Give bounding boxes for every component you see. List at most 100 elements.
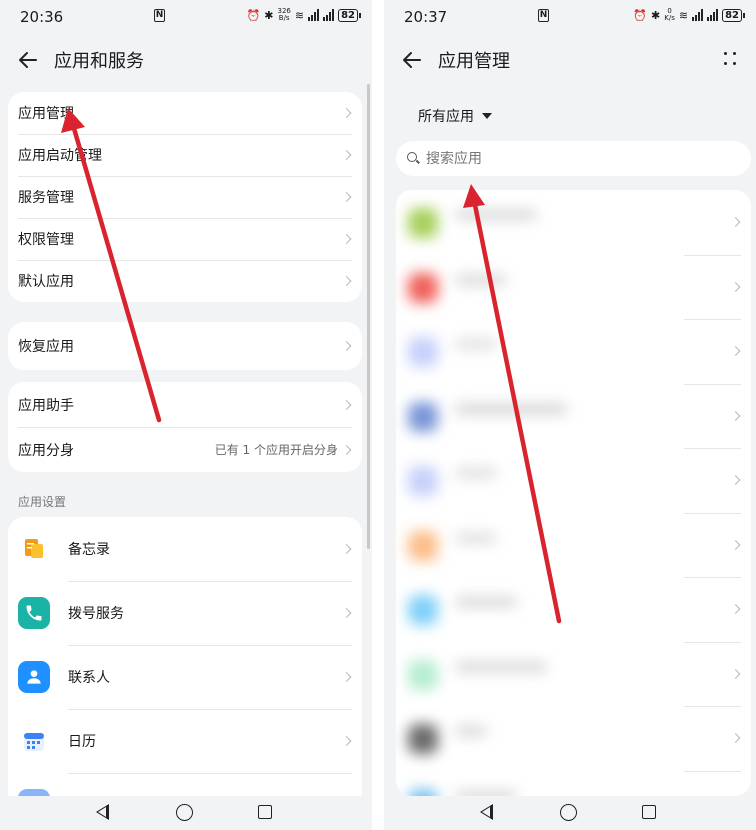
app-item-partial	[8, 773, 362, 796]
back-arrow-icon[interactable]	[16, 48, 40, 72]
chevron-right-icon	[341, 192, 352, 202]
nav-back-icon[interactable]	[480, 804, 493, 820]
signal-icon	[308, 9, 320, 21]
left-screen: 20:36 N ⏰ ✱ 326 B/s ≋ 82 应用和服务 应用管理 应用启动管…	[0, 0, 372, 830]
chevron-right-icon	[730, 668, 741, 679]
nav-recent-icon[interactable]	[642, 805, 656, 819]
list-item[interactable]	[396, 319, 751, 384]
nav-home-icon[interactable]	[560, 804, 577, 821]
app-icon	[408, 788, 438, 796]
more-options-icon[interactable]	[724, 50, 738, 68]
app-item-contacts[interactable]: 联系人	[8, 645, 362, 709]
list-item[interactable]	[396, 448, 751, 513]
list-item[interactable]	[396, 577, 751, 642]
menu-item-app-management[interactable]: 应用管理	[8, 92, 362, 134]
menu-item-restore-apps[interactable]: 恢复应用	[8, 322, 362, 370]
list-item[interactable]	[396, 770, 751, 796]
chevron-right-icon	[730, 281, 741, 292]
title-bar: 应用管理	[384, 44, 756, 76]
menu-item-app-launch[interactable]: 应用启动管理	[8, 134, 362, 176]
nav-back-icon[interactable]	[96, 804, 109, 820]
chevron-right-icon	[341, 544, 352, 554]
app-twin-status: 已有 1 个应用开启分身	[214, 443, 338, 457]
app-item-memo[interactable]: 备忘录	[8, 517, 362, 581]
menu-item-app-assistant[interactable]: 应用助手	[8, 382, 362, 427]
app-icon	[408, 595, 438, 625]
app-item-dialer[interactable]: 拨号服务	[8, 581, 362, 645]
bluetooth-icon: ✱	[264, 8, 274, 22]
app-filter-dropdown[interactable]: 所有应用	[418, 106, 492, 126]
chevron-right-icon	[730, 475, 741, 486]
filter-label: 所有应用	[418, 109, 474, 125]
menu-item-permission-management[interactable]: 权限管理	[8, 218, 362, 260]
status-time: 20:36	[20, 8, 64, 26]
search-icon	[407, 152, 417, 162]
menu-item-default-apps[interactable]: 默认应用	[8, 260, 362, 302]
app-icon	[408, 337, 438, 367]
chevron-right-icon	[341, 108, 352, 118]
signal-icon	[692, 9, 704, 21]
chevron-right-icon	[341, 276, 352, 286]
list-item[interactable]	[396, 254, 751, 320]
app-icon	[408, 272, 438, 303]
app-settings-list: 备忘录 拨号服务 联系人 日历	[8, 517, 362, 796]
list-item[interactable]	[396, 641, 751, 707]
signal-icon	[707, 9, 719, 21]
chevron-right-icon	[341, 672, 352, 682]
contacts-icon	[18, 661, 50, 693]
settings-group-1: 应用管理 应用启动管理 服务管理 权限管理 默认应用	[8, 92, 362, 302]
settings-group-2: 恢复应用	[8, 322, 362, 370]
app-list	[396, 190, 751, 796]
nav-recent-icon[interactable]	[258, 805, 272, 819]
list-item[interactable]	[396, 383, 751, 449]
app-item-calendar[interactable]: 日历	[8, 709, 362, 773]
right-screen: 20:37 N ⏰ ✱ 0 K/s ≋ 82 应用管理 所有应用	[384, 0, 756, 830]
menu-item-app-twin[interactable]: 应用分身 已有 1 个应用开启分身	[8, 427, 362, 472]
wifi-icon: ≋	[678, 8, 689, 22]
navigation-bar	[384, 796, 756, 830]
nav-home-icon[interactable]	[176, 804, 193, 821]
chevron-right-icon	[730, 217, 741, 228]
page-title: 应用和服务	[54, 51, 144, 72]
scrollbar[interactable]	[367, 84, 370, 549]
calendar-icon	[18, 725, 50, 757]
chevron-right-icon	[341, 736, 352, 746]
chevron-right-icon	[341, 444, 352, 455]
settings-group-3: 应用助手 应用分身 已有 1 个应用开启分身	[8, 382, 362, 472]
chevron-right-icon	[341, 150, 352, 160]
app-icon	[408, 659, 438, 690]
app-icon	[408, 724, 438, 754]
signal-icon	[323, 9, 335, 21]
memo-icon	[18, 533, 50, 565]
chevron-right-icon	[341, 234, 352, 244]
menu-item-service-management[interactable]: 服务管理	[8, 176, 362, 218]
page-title: 应用管理	[438, 51, 510, 72]
chevron-right-icon	[341, 341, 352, 351]
app-icon	[408, 466, 438, 496]
section-label: 应用设置	[18, 495, 67, 509]
wifi-icon: ≋	[294, 8, 305, 22]
chevron-right-icon	[730, 604, 741, 615]
phone-icon	[18, 597, 50, 629]
chevron-right-icon	[730, 346, 741, 357]
status-bar: 20:36 N ⏰ ✱ 326 B/s ≋ 82	[0, 0, 372, 34]
back-arrow-icon[interactable]	[400, 48, 424, 72]
caret-down-icon	[482, 113, 492, 119]
list-item[interactable]	[396, 706, 751, 771]
network-speed: 326 B/s	[277, 7, 291, 22]
search-box[interactable]	[396, 141, 751, 176]
chevron-right-icon	[341, 399, 352, 410]
navigation-bar	[0, 796, 372, 830]
list-item[interactable]	[396, 512, 751, 578]
app-icon	[408, 401, 438, 432]
list-item[interactable]	[396, 190, 751, 255]
app-icon	[408, 530, 438, 561]
bluetooth-icon: ✱	[651, 8, 661, 22]
battery-icon: 82	[722, 8, 745, 22]
network-speed: 0 K/s	[664, 7, 675, 22]
nfc-icon: N	[538, 9, 549, 22]
chevron-right-icon	[730, 539, 741, 550]
status-time: 20:37	[404, 8, 448, 26]
app-icon	[408, 208, 438, 238]
search-input[interactable]	[426, 150, 726, 167]
